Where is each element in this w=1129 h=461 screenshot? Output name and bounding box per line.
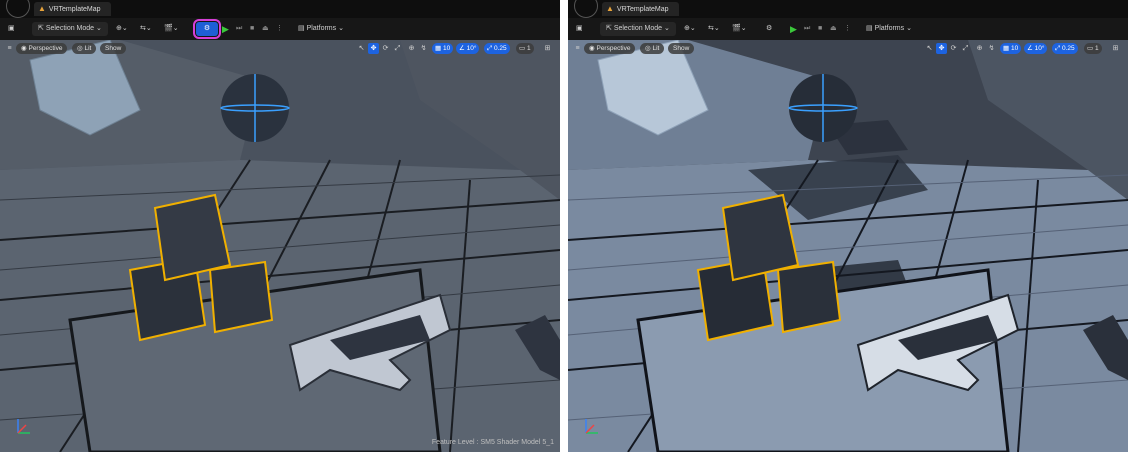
scale-tool-icon[interactable]: ⤢ (960, 43, 971, 54)
lit-button[interactable]: ◎ Lit (72, 43, 97, 54)
unreal-logo-icon[interactable] (574, 0, 598, 18)
perspective-label: Perspective (596, 45, 631, 52)
unreal-logo-icon[interactable] (6, 0, 30, 18)
maximize-viewport-icon[interactable]: ⊞ (542, 43, 553, 54)
stop-icon[interactable]: ■ (818, 22, 822, 36)
feature-level-label: Feature Level : SM5 Shader Model 5_1 (431, 439, 554, 446)
platforms-icon: ▤ (866, 25, 875, 32)
surface-snap-icon[interactable]: ↯ (418, 43, 429, 54)
rotation-snap-value: 10° (466, 45, 477, 52)
rotate-tool-icon[interactable]: ⟳ (380, 43, 391, 54)
platforms-dropdown[interactable]: ▤ Platforms ⌄ (866, 22, 912, 36)
main-toolbar: ▣ ⇱ Selection Mode ⌄ ⊕⌄ ⇆⌄ 🎬⌄ ⚙ ▶ ⏭ ■ ⏏ … (0, 18, 560, 41)
translate-tool-icon[interactable]: ✥ (936, 43, 947, 54)
world-local-icon[interactable]: ⊕ (974, 43, 985, 54)
step-icon[interactable]: ⏭ (236, 22, 242, 36)
cursor-icon: ⇱ (38, 25, 46, 32)
eject-icon[interactable]: ⏏ (830, 22, 837, 36)
platforms-icon: ▤ (298, 25, 307, 32)
level-viewport[interactable]: ≡ ◉ Perspective ◎ Lit Show ↖ ✥ ⟳ ⤢ ⊕ ↯ ▦… (0, 40, 560, 452)
translate-tool-icon[interactable]: ✥ (368, 43, 379, 54)
rotation-snap-toggle[interactable]: ∠ 10° (1024, 43, 1048, 54)
camera-speed-button[interactable]: ▭ 1 (1084, 43, 1102, 54)
blueprint-icon[interactable]: ⇆⌄ (708, 22, 720, 36)
scale-tool-icon[interactable]: ⤢ (392, 43, 403, 54)
step-icon[interactable]: ⏭ (804, 22, 810, 36)
viewport-toolbar: ≡ ◉ Perspective ◎ Lit Show ↖ ✥ ⟳ ⤢ ⊕ ↯ ▦… (572, 43, 1124, 55)
world-local-icon[interactable]: ⊕ (406, 43, 417, 54)
more-options-icon[interactable]: ⋮ (276, 22, 283, 36)
level-icon: ▲ (606, 4, 614, 13)
stop-icon[interactable]: ■ (250, 22, 254, 36)
hamburger-menu-icon[interactable]: ≡ (572, 43, 583, 54)
show-button[interactable]: Show (668, 43, 695, 54)
selection-mode-label: Selection Mode ⌄ (613, 25, 670, 32)
cinematics-icon[interactable]: 🎬⌄ (164, 22, 179, 36)
axis-gizmo-icon (582, 417, 602, 442)
level-icon: ▲ (38, 4, 46, 13)
scale-snap-value: 0.25 (1062, 45, 1075, 52)
title-bar: ▲ VRTemplateMap (568, 0, 1128, 18)
main-toolbar: ▣ ⇱ Selection Mode ⌄ ⊕⌄ ⇆⌄ 🎬⌄ ⚙ ▶ ⏭ ■ ⏏ … (568, 18, 1128, 41)
eject-icon[interactable]: ⏏ (262, 22, 269, 36)
lit-button[interactable]: ◎ Lit (640, 43, 665, 54)
title-bar: ▲ VRTemplateMap (0, 0, 560, 18)
perspective-button[interactable]: ◉ Perspective (16, 43, 68, 54)
modes-icon[interactable]: ⚙ (766, 22, 772, 36)
viewport-scene-lit (568, 40, 1128, 452)
surface-snap-icon[interactable]: ↯ (986, 43, 997, 54)
maximize-viewport-icon[interactable]: ⊞ (1110, 43, 1121, 54)
selection-mode-dropdown[interactable]: ⇱ Selection Mode ⌄ (32, 22, 108, 36)
scale-snap-toggle[interactable]: ⤢ 0.25 (1052, 43, 1078, 54)
blueprint-icon[interactable]: ⇆⌄ (140, 22, 152, 36)
viewport-toolbar: ≡ ◉ Perspective ◎ Lit Show ↖ ✥ ⟳ ⤢ ⊕ ↯ ▦… (4, 43, 556, 55)
cursor-icon: ⇱ (606, 25, 614, 32)
map-tab-label: VRTemplateMap (48, 6, 101, 13)
selection-mode-dropdown[interactable]: ⇱ Selection Mode ⌄ (600, 22, 676, 36)
map-tab-label: VRTemplateMap (616, 6, 669, 13)
hamburger-menu-icon[interactable]: ≡ (4, 43, 15, 54)
camera-speed-value: 1 (1094, 45, 1099, 52)
platforms-label: Platforms ⌄ (874, 25, 912, 32)
play-icon[interactable]: ▶ (222, 22, 229, 36)
lit-label: Lit (652, 45, 660, 52)
grid-snap-value: 10 (442, 45, 451, 52)
map-tab[interactable]: ▲ VRTemplateMap (34, 2, 111, 16)
grid-snap-toggle[interactable]: ▦ 10 (432, 43, 454, 54)
select-tool-icon[interactable]: ↖ (924, 43, 935, 54)
select-tool-icon[interactable]: ↖ (356, 43, 367, 54)
scale-snap-value: 0.25 (494, 45, 507, 52)
rotation-snap-toggle[interactable]: ∠ 10° (456, 43, 480, 54)
grid-snap-toggle[interactable]: ▦ 10 (1000, 43, 1022, 54)
platforms-label: Platforms ⌄ (306, 25, 344, 32)
right-editor-window: ▲ VRTemplateMap ▣ ⇱ Selection Mode ⌄ ⊕⌄ ⇆… (568, 0, 1128, 452)
rotation-snap-value: 10° (1034, 45, 1045, 52)
cinematics-icon[interactable]: 🎬⌄ (732, 22, 747, 36)
axis-gizmo-icon (14, 417, 34, 442)
lit-label: Lit (84, 45, 92, 52)
map-tab[interactable]: ▲ VRTemplateMap (602, 2, 679, 16)
show-label: Show (105, 45, 122, 52)
more-options-icon[interactable]: ⋮ (844, 22, 851, 36)
selection-mode-label: Selection Mode ⌄ (45, 25, 102, 32)
scale-snap-toggle[interactable]: ⤢ 0.25 (484, 43, 510, 54)
show-label: Show (673, 45, 690, 52)
perspective-label: Perspective (28, 45, 63, 52)
add-content-icon[interactable]: ⊕⌄ (116, 22, 128, 36)
show-button[interactable]: Show (100, 43, 127, 54)
grid-snap-value: 10 (1010, 45, 1019, 52)
left-editor-window: ▲ VRTemplateMap ▣ ⇱ Selection Mode ⌄ ⊕⌄ ⇆… (0, 0, 560, 452)
camera-speed-value: 1 (526, 45, 531, 52)
platforms-dropdown[interactable]: ▤ Platforms ⌄ (298, 22, 344, 36)
save-icon[interactable]: ▣ (8, 22, 20, 36)
level-viewport[interactable]: ≡ ◉ Perspective ◎ Lit Show ↖ ✥ ⟳ ⤢ ⊕ ↯ ▦… (568, 40, 1128, 452)
modes-button-highlighted[interactable]: ⚙ (193, 19, 221, 39)
camera-speed-button[interactable]: ▭ 1 (516, 43, 534, 54)
perspective-button[interactable]: ◉ Perspective (584, 43, 636, 54)
save-icon[interactable]: ▣ (576, 22, 588, 36)
viewport-scene (0, 40, 560, 452)
rotate-tool-icon[interactable]: ⟳ (948, 43, 959, 54)
add-content-icon[interactable]: ⊕⌄ (684, 22, 696, 36)
play-icon[interactable]: ▶ (790, 22, 797, 36)
